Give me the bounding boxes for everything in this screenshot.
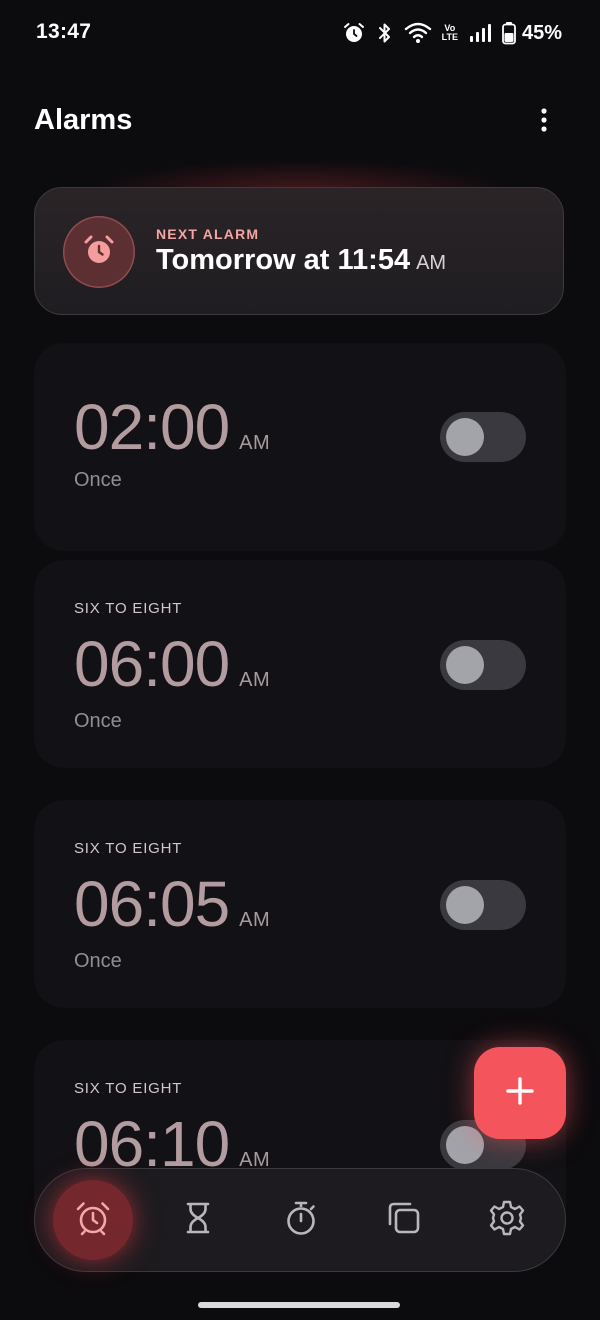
status-time: 13:47 xyxy=(36,20,92,43)
world-clock-icon xyxy=(386,1200,422,1241)
alarm-ampm: AM xyxy=(239,909,271,931)
toggle-knob xyxy=(446,886,484,924)
alarm-label: SIX TO EIGHT xyxy=(74,600,183,617)
battery-icon xyxy=(502,21,516,45)
hourglass-icon xyxy=(182,1201,214,1240)
alarm-label: SIX TO EIGHT xyxy=(74,840,183,857)
status-icons: Vo LTE 45% xyxy=(342,20,562,46)
alarm-item[interactable]: SIX TO EIGHT 06:00 AM Once xyxy=(34,560,566,768)
alarm-repeat: Once xyxy=(74,950,122,972)
alarm-time: 02:00 AM xyxy=(74,395,270,475)
alarm-repeat: Once xyxy=(74,469,122,491)
alarm-ampm: AM xyxy=(239,432,271,454)
stopwatch-icon xyxy=(284,1200,318,1241)
home-indicator[interactable] xyxy=(198,1302,400,1308)
alarm-time: 06:05 AM xyxy=(74,872,270,952)
bottom-navigation xyxy=(34,1168,566,1272)
nav-stopwatch[interactable] xyxy=(266,1185,336,1255)
alarm-clock-icon xyxy=(73,1198,113,1243)
nav-alarm[interactable] xyxy=(53,1180,133,1260)
toggle-knob xyxy=(446,646,484,684)
page-title: Alarms xyxy=(34,104,133,136)
nav-settings[interactable] xyxy=(472,1185,542,1255)
alarm-toggle[interactable] xyxy=(440,880,526,930)
alarm-ampm: AM xyxy=(239,669,271,691)
alarm-repeat: Once xyxy=(74,710,122,732)
add-alarm-button[interactable] xyxy=(474,1047,566,1139)
next-alarm-ampm: AM xyxy=(416,252,447,274)
alarm-icon xyxy=(342,21,366,45)
alarm-toggle[interactable] xyxy=(440,640,526,690)
nav-timer[interactable] xyxy=(163,1185,233,1255)
signal-icon xyxy=(468,21,492,45)
alarm-time-text: 06:00 xyxy=(74,628,230,700)
next-alarm-icon-badge xyxy=(63,216,135,288)
alarm-time-text: 02:00 xyxy=(74,391,230,463)
next-alarm-time: Tomorrow at 11:54 AM xyxy=(156,244,446,277)
battery-percentage: 45% xyxy=(521,21,562,44)
more-options-button[interactable] xyxy=(524,100,564,144)
nav-world-clock[interactable] xyxy=(369,1185,439,1255)
alarm-time-text: 06:05 xyxy=(74,868,230,940)
alarm-item[interactable]: SIX TO EIGHT 06:05 AM Once xyxy=(34,800,566,1008)
next-alarm-label: NEXT ALARM xyxy=(156,226,260,242)
alarm-label: SIX TO EIGHT xyxy=(74,1080,183,1097)
alarm-toggle[interactable] xyxy=(440,412,526,462)
toggle-knob xyxy=(446,1126,484,1164)
next-alarm-time-text: Tomorrow at 11:54 xyxy=(156,244,411,276)
plus-icon xyxy=(505,1076,535,1111)
alarm-time: 06:00 AM xyxy=(74,632,270,712)
settings-icon xyxy=(488,1199,526,1242)
toggle-knob xyxy=(446,418,484,456)
alarm-clock-icon xyxy=(82,233,116,272)
volte-icon: Vo LTE xyxy=(441,23,458,42)
wifi-icon xyxy=(404,21,432,45)
bluetooth-icon xyxy=(376,21,394,45)
alarm-item[interactable]: 02:00 AM Once xyxy=(34,343,566,551)
status-bar: 13:47 Vo LTE 45% xyxy=(0,0,600,66)
more-vert-icon xyxy=(540,107,548,138)
next-alarm-card[interactable]: NEXT ALARM Tomorrow at 11:54 AM xyxy=(34,187,564,315)
